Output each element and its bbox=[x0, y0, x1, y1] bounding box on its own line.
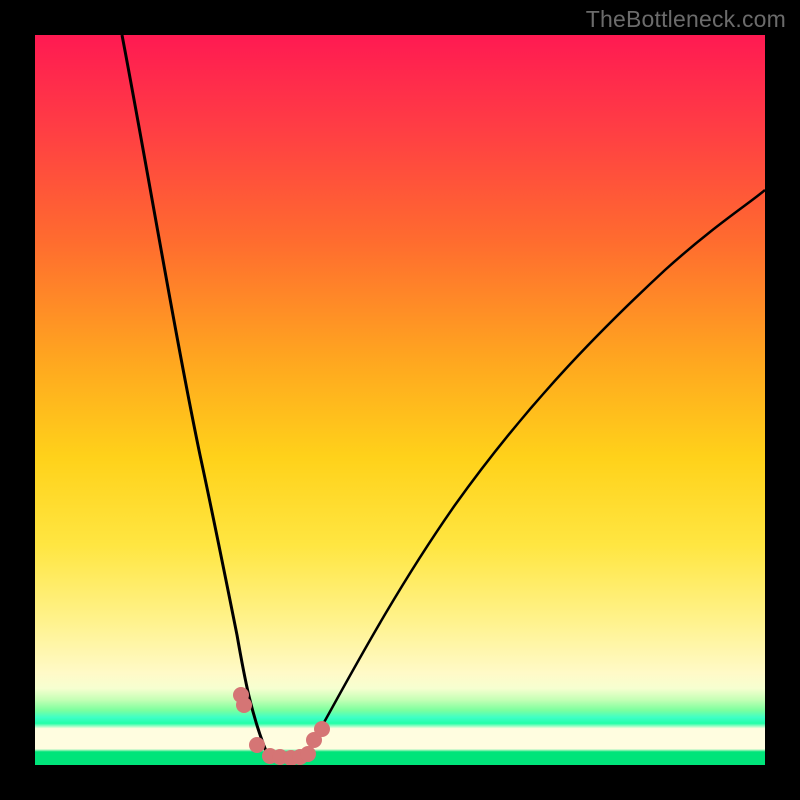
curve-layer bbox=[35, 35, 765, 765]
chart-frame: TheBottleneck.com bbox=[0, 0, 800, 800]
curve-right-branch bbox=[305, 190, 765, 756]
curve-left-branch bbox=[122, 35, 268, 756]
plot-area bbox=[35, 35, 765, 765]
watermark-text: TheBottleneck.com bbox=[586, 6, 786, 33]
marker-cluster bbox=[233, 687, 330, 765]
